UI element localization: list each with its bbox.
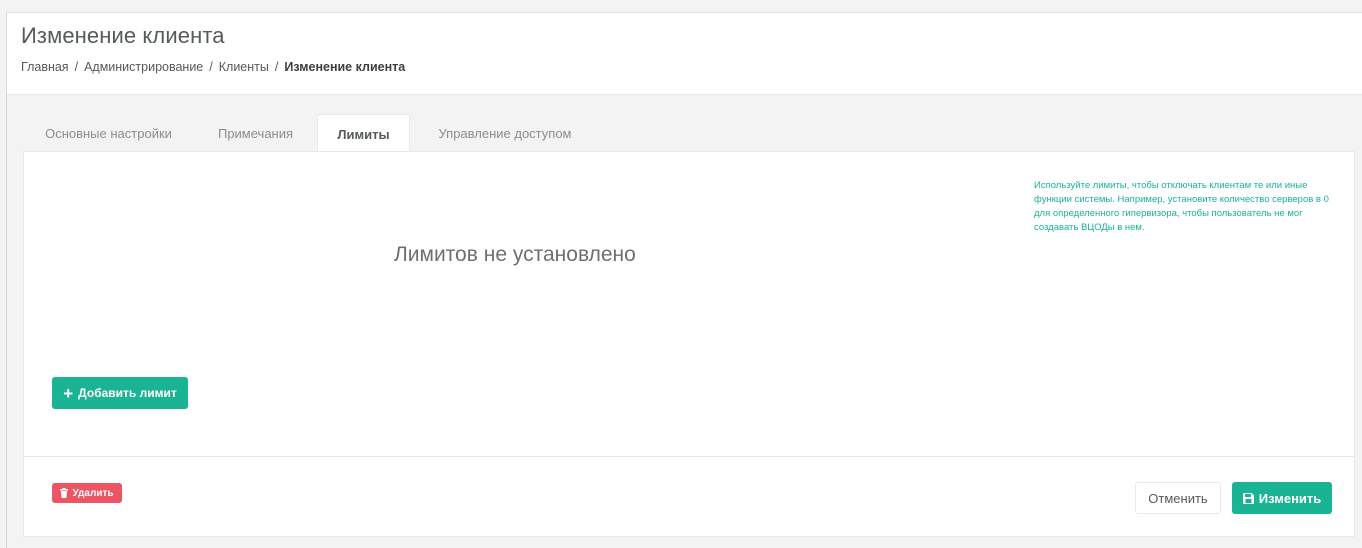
- breadcrumb-clients[interactable]: Клиенты: [219, 60, 269, 74]
- plus-icon: +: [63, 383, 74, 403]
- add-limit-button[interactable]: + Добавить лимит: [52, 377, 188, 409]
- breadcrumb-home[interactable]: Главная: [21, 60, 69, 74]
- breadcrumb-current: Изменение клиента: [284, 60, 406, 74]
- app-frame: Изменение клиента Главная / Администрирова…: [6, 12, 1362, 548]
- tab-bar: Основные настройки Примечания Лимиты Упр…: [23, 114, 600, 153]
- page-title: Изменение клиента: [21, 23, 225, 48]
- tab-main-settings[interactable]: Основные настройки: [23, 114, 194, 152]
- tab-access-management[interactable]: Управление доступом: [410, 114, 600, 152]
- limits-panel: Лимитов не установлено Используйте лимит…: [23, 151, 1355, 537]
- cancel-button[interactable]: Отменить: [1135, 482, 1221, 514]
- save-label: Изменить: [1258, 490, 1322, 506]
- footer-divider: [24, 456, 1354, 457]
- trash-icon: [60, 488, 69, 498]
- limits-hint: Используйте лимиты, чтобы отключать клие…: [1034, 180, 1329, 233]
- breadcrumb-separator: /: [209, 60, 213, 74]
- breadcrumb-separator: /: [74, 60, 79, 74]
- breadcrumb-administration[interactable]: Администрирование: [84, 60, 203, 74]
- breadcrumb-separator: /: [274, 60, 279, 74]
- empty-limits-message: Лимитов не установлено: [394, 243, 636, 266]
- breadcrumb: Главная / Администрирование / Клиенты / Измене…: [21, 60, 405, 74]
- tab-limits[interactable]: Лимиты: [317, 114, 410, 153]
- delete-button[interactable]: Удалить: [52, 483, 122, 503]
- tab-notes[interactable]: Примечания: [194, 114, 317, 152]
- add-limit-label: Добавить лимит: [78, 386, 177, 400]
- floppy-disk-icon: [1242, 492, 1254, 504]
- save-button[interactable]: Изменить: [1232, 482, 1332, 514]
- delete-label: Удалить: [72, 487, 114, 499]
- page-header: Изменение клиента Главная / Администрирова…: [7, 13, 1362, 95]
